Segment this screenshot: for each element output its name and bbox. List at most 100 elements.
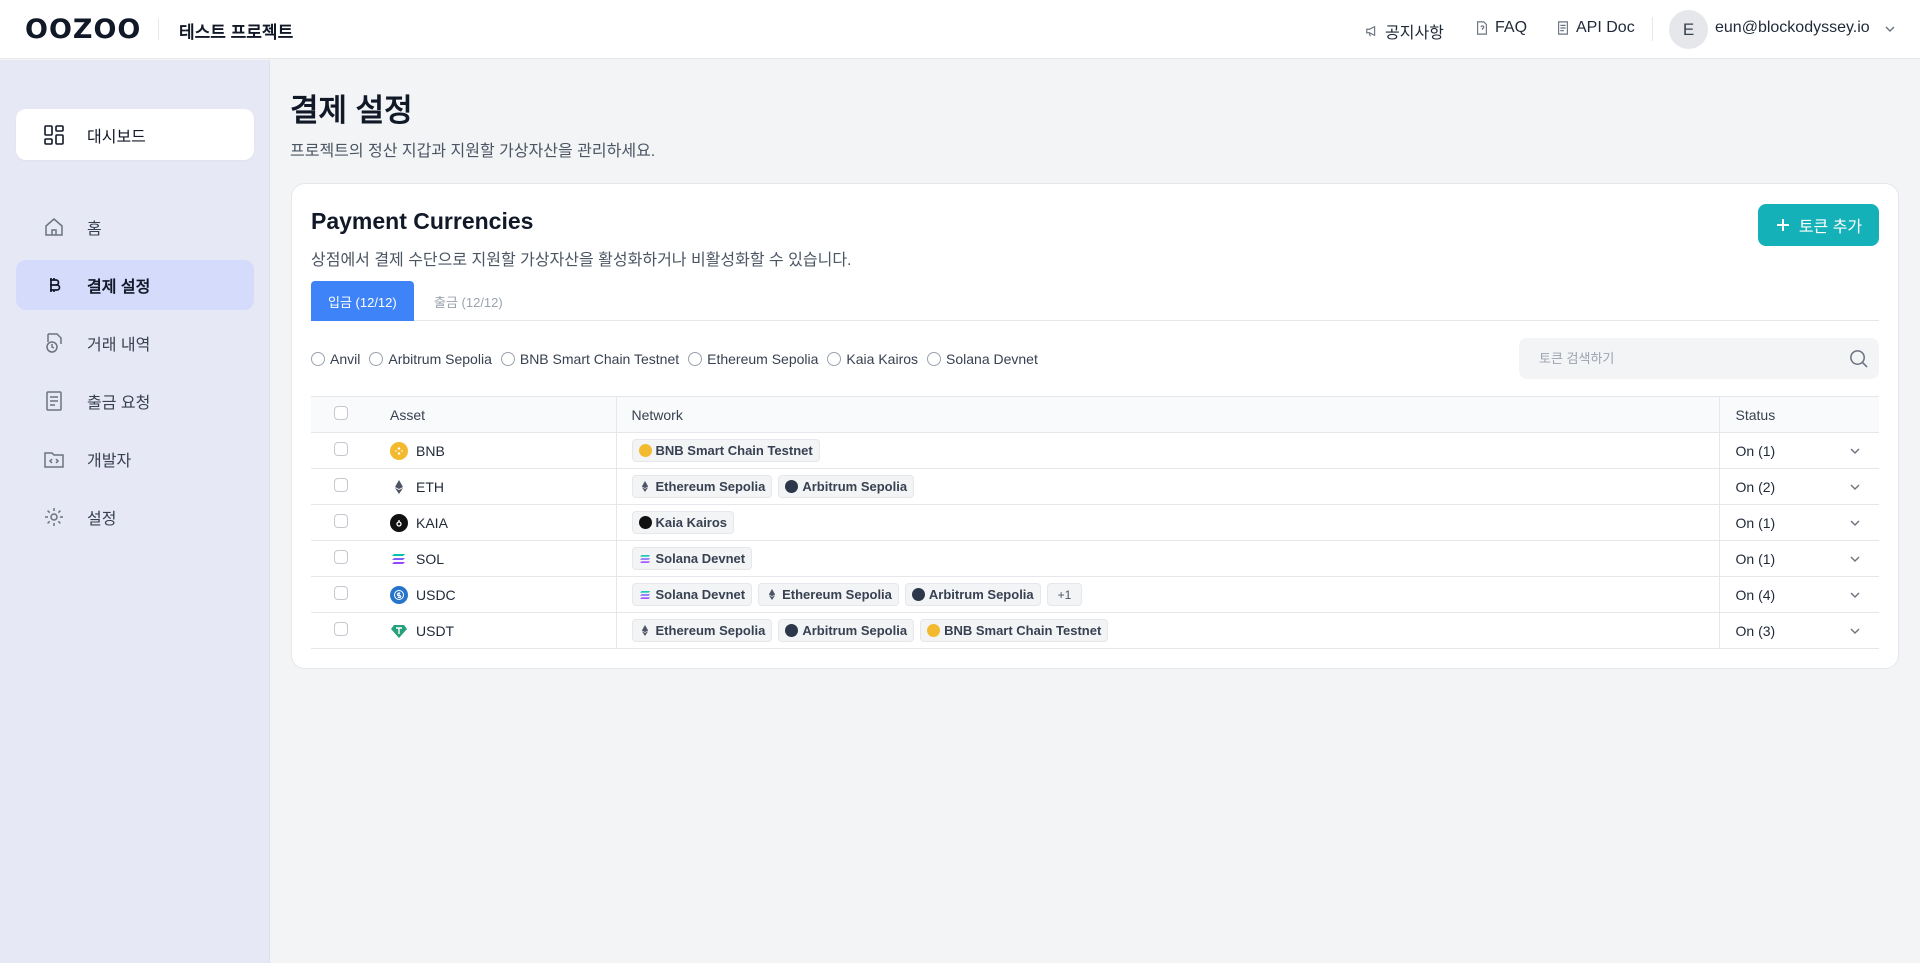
add-token-button[interactable]: 토큰 추가	[1758, 204, 1879, 246]
avatar[interactable]: E	[1669, 10, 1708, 49]
code-folder-icon	[44, 452, 64, 468]
faq-link[interactable]: FAQ	[1475, 19, 1527, 37]
table-row[interactable]: KAIA Kaia Kairos On (1)	[311, 504, 1879, 541]
app-logo[interactable]: OOZOO	[25, 14, 141, 45]
sidebar-item-home[interactable]: 홈	[16, 202, 254, 252]
header-separator	[1652, 17, 1653, 41]
network-chip: BNB Smart Chain Testnet	[631, 439, 820, 462]
chevron-down-icon[interactable]	[1849, 481, 1861, 493]
filter-solana-devnet[interactable]: Solana Devnet	[927, 351, 1038, 367]
sol-coin-icon	[390, 550, 408, 568]
network-chip: Arbitrum Sepolia	[778, 619, 915, 642]
row-checkbox[interactable]	[334, 478, 348, 492]
usdc-coin-icon	[390, 585, 408, 604]
eth-network-icon	[639, 624, 652, 637]
filter-label: BNB Smart Chain Testnet	[519, 351, 680, 367]
api-doc-link[interactable]: API Doc	[1556, 19, 1635, 37]
megaphone-icon	[1366, 25, 1376, 37]
filter-checkbox[interactable]	[927, 352, 942, 366]
network-chip: Arbitrum Sepolia	[778, 475, 915, 498]
network-filters: Anvil Arbitrum Sepolia BNB Smart Chain T…	[311, 351, 1038, 367]
project-name[interactable]: 테스트 프로젝트	[179, 18, 293, 43]
tab-deposit[interactable]: 입금 (12/12)	[311, 281, 414, 321]
sidebar-item-withdrawal-requests[interactable]: 출금 요청	[16, 376, 254, 426]
card-subtitle: 상점에서 결제 수단으로 지원할 가상자산을 활성화하거나 비활성화할 수 있습…	[311, 252, 852, 269]
table-row[interactable]: SOL Solana Devnet On (1)	[311, 540, 1879, 577]
sidebar-item-payment-settings[interactable]: 결제 설정	[16, 260, 254, 310]
filter-kaia-kairos[interactable]: Kaia Kairos	[827, 351, 918, 367]
filter-checkbox[interactable]	[500, 352, 515, 366]
filter-ethereum-sepolia[interactable]: Ethereum Sepolia	[688, 351, 818, 367]
asset-name: USDC	[416, 586, 456, 603]
home-icon	[45, 218, 63, 236]
history-icon	[46, 333, 62, 353]
chevron-down-icon[interactable]	[1849, 517, 1861, 529]
filter-checkbox[interactable]	[369, 352, 384, 366]
network-chip-label: Arbitrum Sepolia	[802, 479, 908, 494]
filter-bnb-smart-chain-testnet[interactable]: BNB Smart Chain Testnet	[500, 351, 680, 367]
asset-name: ETH	[416, 478, 444, 495]
sidebar: 대시보드 홈 결제 설정 거래 내역 출금 요청 개발자 설정	[0, 60, 270, 963]
network-chip: Ethereum Sepolia	[631, 475, 773, 498]
sidebar-item-transactions[interactable]: 거래 내역	[16, 318, 254, 368]
table-row[interactable]: USDT Ethereum Sepolia Arbitrum Sepolia B…	[311, 612, 1879, 649]
chevron-down-icon[interactable]	[1849, 445, 1861, 457]
filter-arbitrum-sepolia[interactable]: Arbitrum Sepolia	[369, 351, 492, 367]
network-chip-label: Solana Devnet	[655, 551, 746, 566]
sidebar-item-label: 홈	[87, 221, 102, 238]
filter-label: Kaia Kairos	[846, 351, 919, 367]
asset-name: USDT	[416, 622, 455, 639]
kaia-network-icon	[638, 516, 652, 529]
network-chip: Solana Devnet	[631, 547, 753, 570]
more-networks-chip[interactable]: +1	[1046, 583, 1083, 606]
row-checkbox[interactable]	[334, 586, 348, 600]
bnb-network-icon	[638, 444, 652, 457]
chevron-down-icon[interactable]	[1849, 625, 1861, 637]
filter-checkbox[interactable]	[827, 352, 842, 366]
filter-anvil[interactable]: Anvil	[311, 351, 360, 367]
column-header-status: Status	[1719, 396, 1879, 433]
row-checkbox[interactable]	[334, 622, 348, 636]
payment-currencies-card: Payment Currencies 상점에서 결제 수단으로 지원할 가상자산…	[291, 183, 1899, 669]
table-header-row: Asset Network Status	[311, 396, 1879, 433]
network-chip-label: Arbitrum Sepolia	[928, 587, 1034, 602]
search-icon[interactable]	[1848, 348, 1869, 369]
chevron-down-icon[interactable]	[1884, 23, 1896, 35]
dashboard-button[interactable]: 대시보드	[16, 109, 254, 160]
filter-checkbox[interactable]	[311, 352, 325, 366]
token-search	[1519, 338, 1879, 379]
sidebar-item-label: 결제 설정	[87, 279, 151, 296]
select-all-checkbox[interactable]	[334, 406, 348, 420]
chevron-down-icon[interactable]	[1849, 589, 1861, 601]
search-input[interactable]	[1539, 351, 1839, 366]
network-chip-label: BNB Smart Chain Testnet	[655, 443, 813, 458]
row-checkbox[interactable]	[334, 442, 348, 456]
row-checkbox[interactable]	[334, 550, 348, 564]
filter-label: Solana Devnet	[946, 351, 1038, 367]
row-checkbox[interactable]	[334, 514, 348, 528]
network-chip-label: Kaia Kairos	[655, 515, 728, 530]
table-row[interactable]: BNB BNB Smart Chain Testnet On (1)	[311, 432, 1879, 469]
table-row[interactable]: USDC Solana Devnet Ethereum Sepolia Arbi…	[311, 576, 1879, 613]
column-header-network: Network	[616, 396, 1720, 433]
sidebar-item-label: 거래 내역	[87, 337, 151, 354]
sidebar-item-settings[interactable]: 설정	[16, 492, 254, 542]
status-text: On (1)	[1735, 514, 1776, 531]
filter-checkbox[interactable]	[688, 352, 703, 366]
sidebar-item-label: 출금 요청	[87, 395, 151, 412]
chevron-down-icon[interactable]	[1849, 553, 1861, 565]
bnb-coin-icon	[390, 441, 408, 460]
sidebar-item-label: 설정	[87, 511, 117, 528]
tab-withdraw[interactable]: 출금 (12/12)	[417, 281, 520, 321]
table-row[interactable]: ETH Ethereum Sepolia Arbitrum Sepolia On…	[311, 468, 1879, 505]
top-header: OOZOO 테스트 프로젝트 공지사항 FAQ API Doc E eun@bl…	[0, 0, 1920, 59]
sidebar-item-developer[interactable]: 개발자	[16, 434, 254, 484]
notice-link[interactable]: 공지사항	[1365, 19, 1444, 43]
status-text: On (3)	[1735, 622, 1776, 639]
kaia-coin-icon	[390, 513, 408, 532]
arbitrum-network-icon	[785, 480, 799, 493]
network-chip-label: Arbitrum Sepolia	[802, 623, 908, 638]
network-chip-label: Ethereum Sepolia	[655, 479, 766, 494]
user-email[interactable]: eun@blockodyssey.io	[1715, 19, 1870, 37]
faq-link-label: FAQ	[1495, 19, 1528, 36]
